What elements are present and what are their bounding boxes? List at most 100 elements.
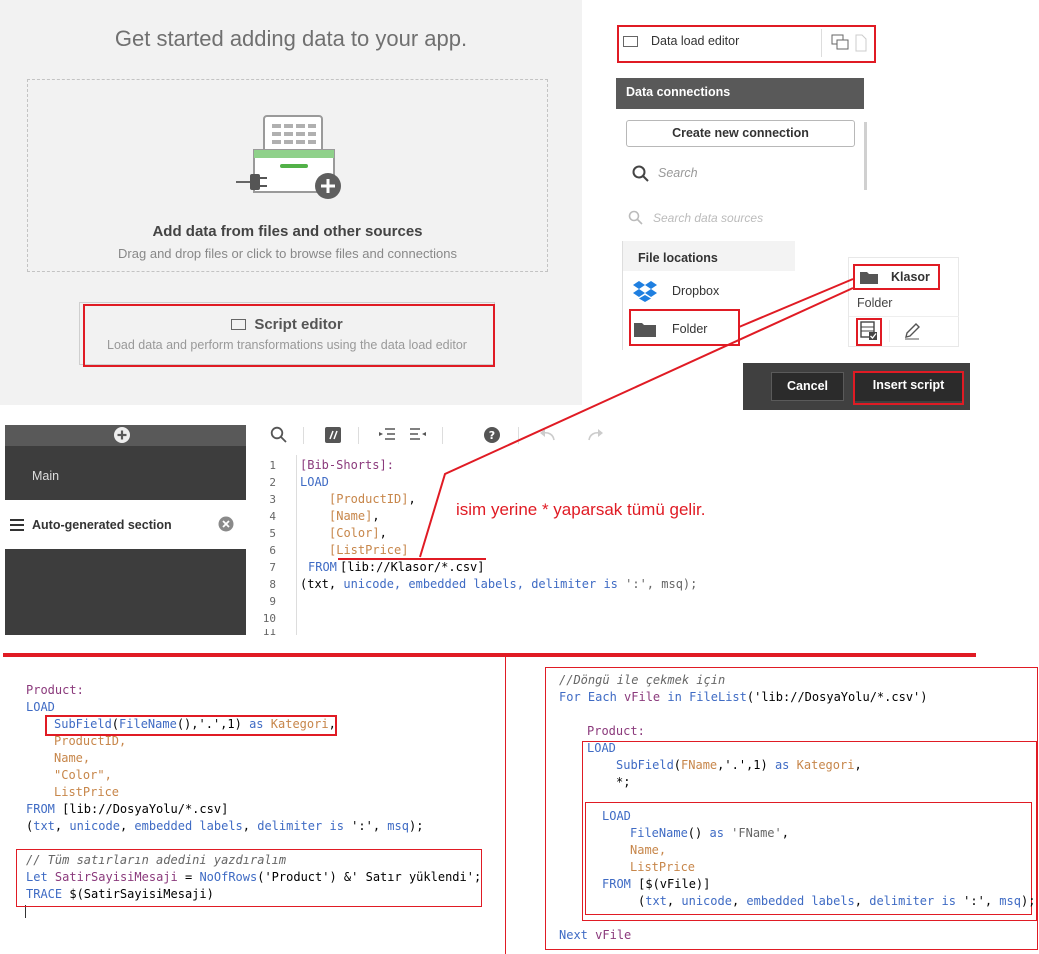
indent-icon[interactable] (378, 427, 396, 443)
column-divider (505, 657, 506, 954)
location-label: Dropbox (672, 284, 720, 298)
code-line: For Each vFile in FileList('lib://DosyaY… (559, 690, 928, 704)
field-name: [Color] (329, 526, 380, 540)
scrollbar[interactable] (864, 122, 867, 190)
code-line: *; (616, 775, 631, 789)
code-line: Name, (630, 843, 667, 857)
code-line: [Name], (329, 509, 380, 523)
file-locations-title: File locations (638, 251, 718, 265)
code-line: Next vFile (559, 928, 632, 942)
data-connections-title: Data connections (626, 85, 731, 99)
location-item-dropbox[interactable]: Dropbox (623, 271, 795, 309)
code-line: Name, (54, 751, 91, 765)
editor-toolbar: ? (246, 425, 738, 446)
code-line: LOAD (300, 475, 329, 489)
undo-icon[interactable] (539, 428, 555, 442)
connection-type: Folder (857, 296, 893, 310)
highlight-script-editor (83, 304, 495, 367)
script-editor: Main Auto-generated section ? 1 2 3 4 5 … (5, 425, 738, 635)
outdent-icon[interactable] (409, 427, 427, 443)
edit-pencil-icon[interactable] (903, 322, 921, 340)
code-line: Product: (587, 724, 645, 738)
line-number: 9 (269, 595, 276, 608)
file-locations-header: File locations (623, 241, 795, 271)
code-line: FROM [$(vFile)] (602, 877, 711, 891)
code-line: LOAD (602, 809, 631, 823)
cancel-button[interactable]: Cancel (771, 372, 844, 401)
code-line: [ListPrice] (329, 543, 409, 557)
divider (518, 427, 519, 444)
code-line: "Color", (54, 768, 112, 782)
divider (303, 427, 304, 444)
panel-title: Get started adding data to your app. (114, 26, 468, 51)
code-keyword: FROM (308, 560, 337, 574)
search-placeholder: Search (658, 166, 698, 180)
code-line: Product: (26, 683, 84, 697)
code-line: [Color], (329, 526, 387, 540)
line-number: 2 (269, 476, 276, 489)
code-line: [ProductID], (329, 492, 416, 506)
highlight-folder (629, 309, 740, 346)
add-section-icon[interactable] (113, 426, 131, 444)
field-name: [Name] (329, 509, 373, 523)
close-icon[interactable] (218, 516, 234, 532)
highlight-insert-script (853, 371, 964, 405)
svg-text:?: ? (489, 429, 495, 442)
data-connections-header: Data connections (616, 78, 864, 109)
section-divider (3, 653, 976, 657)
code-line: ProductID, (54, 734, 127, 748)
comment-icon[interactable] (324, 426, 342, 444)
annotation-text: isim yerine * yaparsak tümü gelir. (456, 500, 706, 519)
drag-handle-icon[interactable] (10, 519, 24, 531)
code-line: (txt, unicode, embedded labels, delimite… (300, 577, 697, 591)
highlight-subfield (45, 715, 337, 736)
search-icon[interactable] (270, 426, 288, 444)
code-path: [lib://Klasor/*.csv] (340, 560, 485, 574)
help-icon[interactable]: ? (483, 426, 501, 444)
create-connection-button[interactable]: Create new connection (626, 120, 855, 147)
section-auto-generated[interactable]: Auto-generated section (5, 500, 246, 549)
code-text: unicode, embedded labels, delimiter is (343, 577, 618, 591)
add-data-illustration-icon (236, 115, 341, 199)
sources-search-placeholder: Search data sources (653, 211, 764, 225)
code-line: LOAD (26, 700, 55, 714)
line-number: 6 (269, 544, 276, 557)
line-number: 5 (269, 527, 276, 540)
drop-heading: Add data from files and other sources (152, 223, 423, 240)
drop-zone[interactable]: Add data from files and other sources Dr… (27, 79, 548, 272)
redo-icon[interactable] (588, 428, 604, 442)
highlight-dle-header (617, 25, 876, 63)
section-label: Auto-generated section (32, 518, 172, 532)
line-number: 3 (269, 493, 276, 506)
field-name: [ProductID] (329, 492, 409, 506)
line-number: 7 (269, 561, 276, 574)
line-number: 8 (269, 578, 276, 591)
line-number: 10 (262, 612, 276, 625)
divider (889, 320, 890, 342)
code-line: (txt, unicode, embedded labels, delimite… (26, 819, 424, 833)
code-comment: //Döngü ile çekmek için (559, 673, 726, 687)
code-line: FROM [lib://DosyaYolu/*.csv] (26, 802, 229, 816)
highlight-klasor (853, 264, 940, 290)
line-number: 1 (269, 459, 276, 472)
search-icon (628, 210, 643, 225)
section-main[interactable]: Main (32, 469, 59, 483)
divider (442, 427, 443, 444)
code-line: FileName() as 'FName', (630, 826, 789, 840)
code-line: ListPrice (54, 785, 120, 799)
divider (849, 316, 959, 317)
code-text: ':', msq); (617, 577, 698, 591)
line-numbers: 1 2 3 4 5 6 7 8 9 10 11 (246, 455, 297, 635)
highlight-select-data (856, 318, 882, 346)
code-line: SubField(FName,'.',1) as Kategori, (616, 758, 862, 772)
sidebar-toolbar (5, 425, 246, 446)
code-line: (txt, unicode, embedded labels, delimite… (638, 894, 1036, 908)
line-number: 4 (269, 510, 276, 523)
highlight-trace-block (16, 849, 482, 907)
code-area[interactable]: [Bib-Shorts]: LOAD [ProductID], [Name], … (300, 455, 738, 635)
code-line: [Bib-Shorts]: (300, 458, 394, 472)
code-text: (txt, (300, 577, 344, 591)
code-line: LOAD (587, 741, 616, 755)
dropbox-icon (633, 281, 657, 302)
code-line: ListPrice (630, 860, 696, 874)
